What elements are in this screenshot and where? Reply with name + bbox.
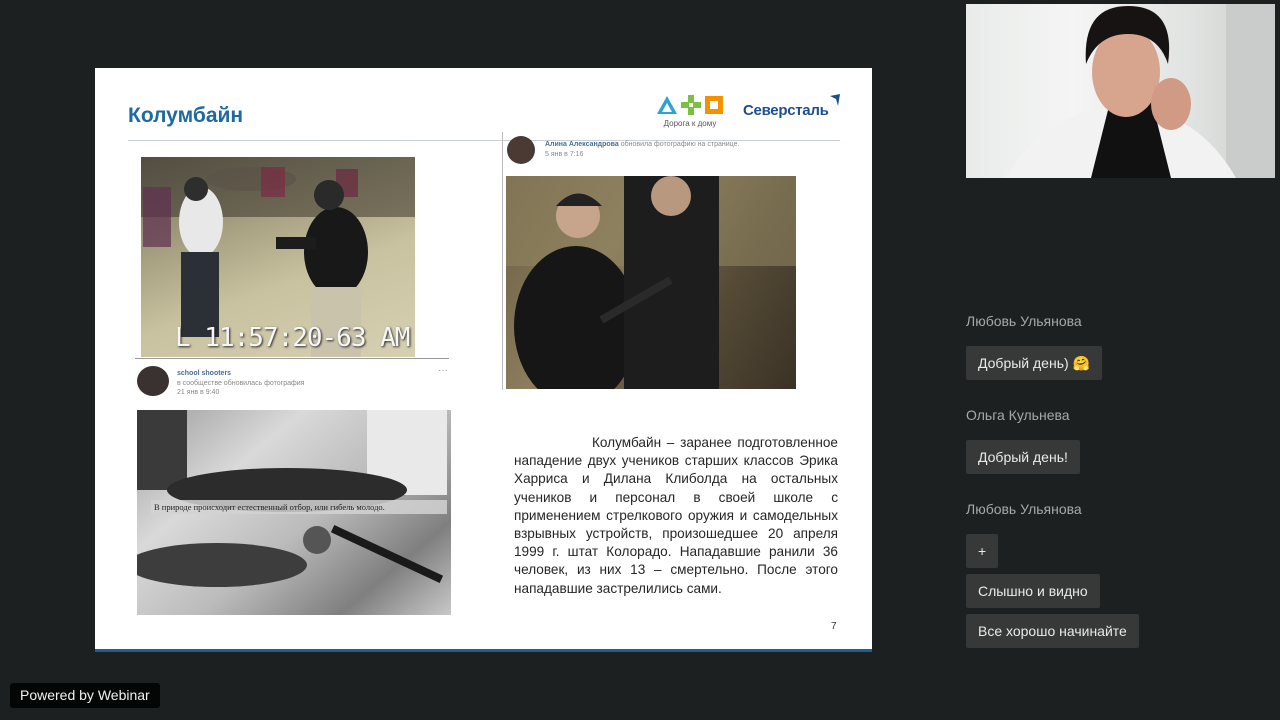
post-author: school shooters: [177, 370, 232, 377]
photo-caption: В природе происходит естественный отбор,…: [151, 500, 447, 514]
post-action: обновила фотографию на странице.: [620, 141, 740, 148]
chat-message: +: [966, 534, 999, 568]
slide-title: Колумбайн: [128, 104, 244, 127]
avatar: [507, 136, 535, 164]
severstal-logo: Северсталь: [743, 94, 842, 119]
presentation-slide: Колумбайн Дорога к дому Северсталь L 11:…: [95, 68, 872, 652]
doroga-k-domu-logo: Дорога к дому: [652, 94, 728, 128]
color-photo: [506, 176, 796, 389]
avatar: [137, 366, 169, 396]
post-date: 21 янв в 9:40: [177, 389, 220, 396]
post-action: в сообществе обновилась фотография: [177, 379, 305, 387]
chat-author: Любовь Ульянова: [966, 501, 1082, 517]
triangle-logo-icon: [657, 96, 677, 114]
severstal-emblem-icon: [830, 94, 841, 106]
chat-message: Добрый день!: [966, 440, 1080, 474]
cctv-timestamp: L 11:57:20-63 AM: [175, 323, 410, 353]
brand-name: Северсталь: [743, 102, 829, 119]
post-date: 5 янв в 7:16: [545, 150, 584, 158]
chat-message: Добрый день) 🤗: [966, 346, 1102, 380]
chat-author: Ольга Кульнева: [966, 407, 1070, 423]
post-divider: [502, 132, 503, 390]
square-logo-icon: [705, 96, 723, 114]
logo-caption: Дорога к дому: [663, 119, 717, 128]
chat-message: Слышно и видно: [966, 574, 1100, 608]
slide-body-text: Колумбайн – заранее подготовленное напад…: [514, 435, 838, 596]
cctv-photo: L 11:57:20-63 AM: [141, 157, 415, 357]
powered-by-badge[interactable]: Powered by Webinar: [10, 683, 160, 708]
post-header-bottom: school shooters в сообществе обновилась …: [177, 369, 304, 398]
cross-logo-icon: [681, 95, 701, 115]
post-author: Алина Александрова: [545, 141, 619, 148]
page-number: 7: [831, 621, 837, 632]
post-header-top: Алина Александрова обновила фотографию н…: [545, 140, 739, 159]
bw-photo: В природе происходит естественный отбор,…: [137, 410, 451, 615]
more-icon: ···: [438, 365, 448, 376]
photo-divider: [135, 358, 449, 359]
chat-author: Любовь Ульянова: [966, 313, 1082, 329]
chat-message: Все хорошо начинайте: [966, 614, 1139, 648]
presenter-video[interactable]: [966, 4, 1275, 178]
